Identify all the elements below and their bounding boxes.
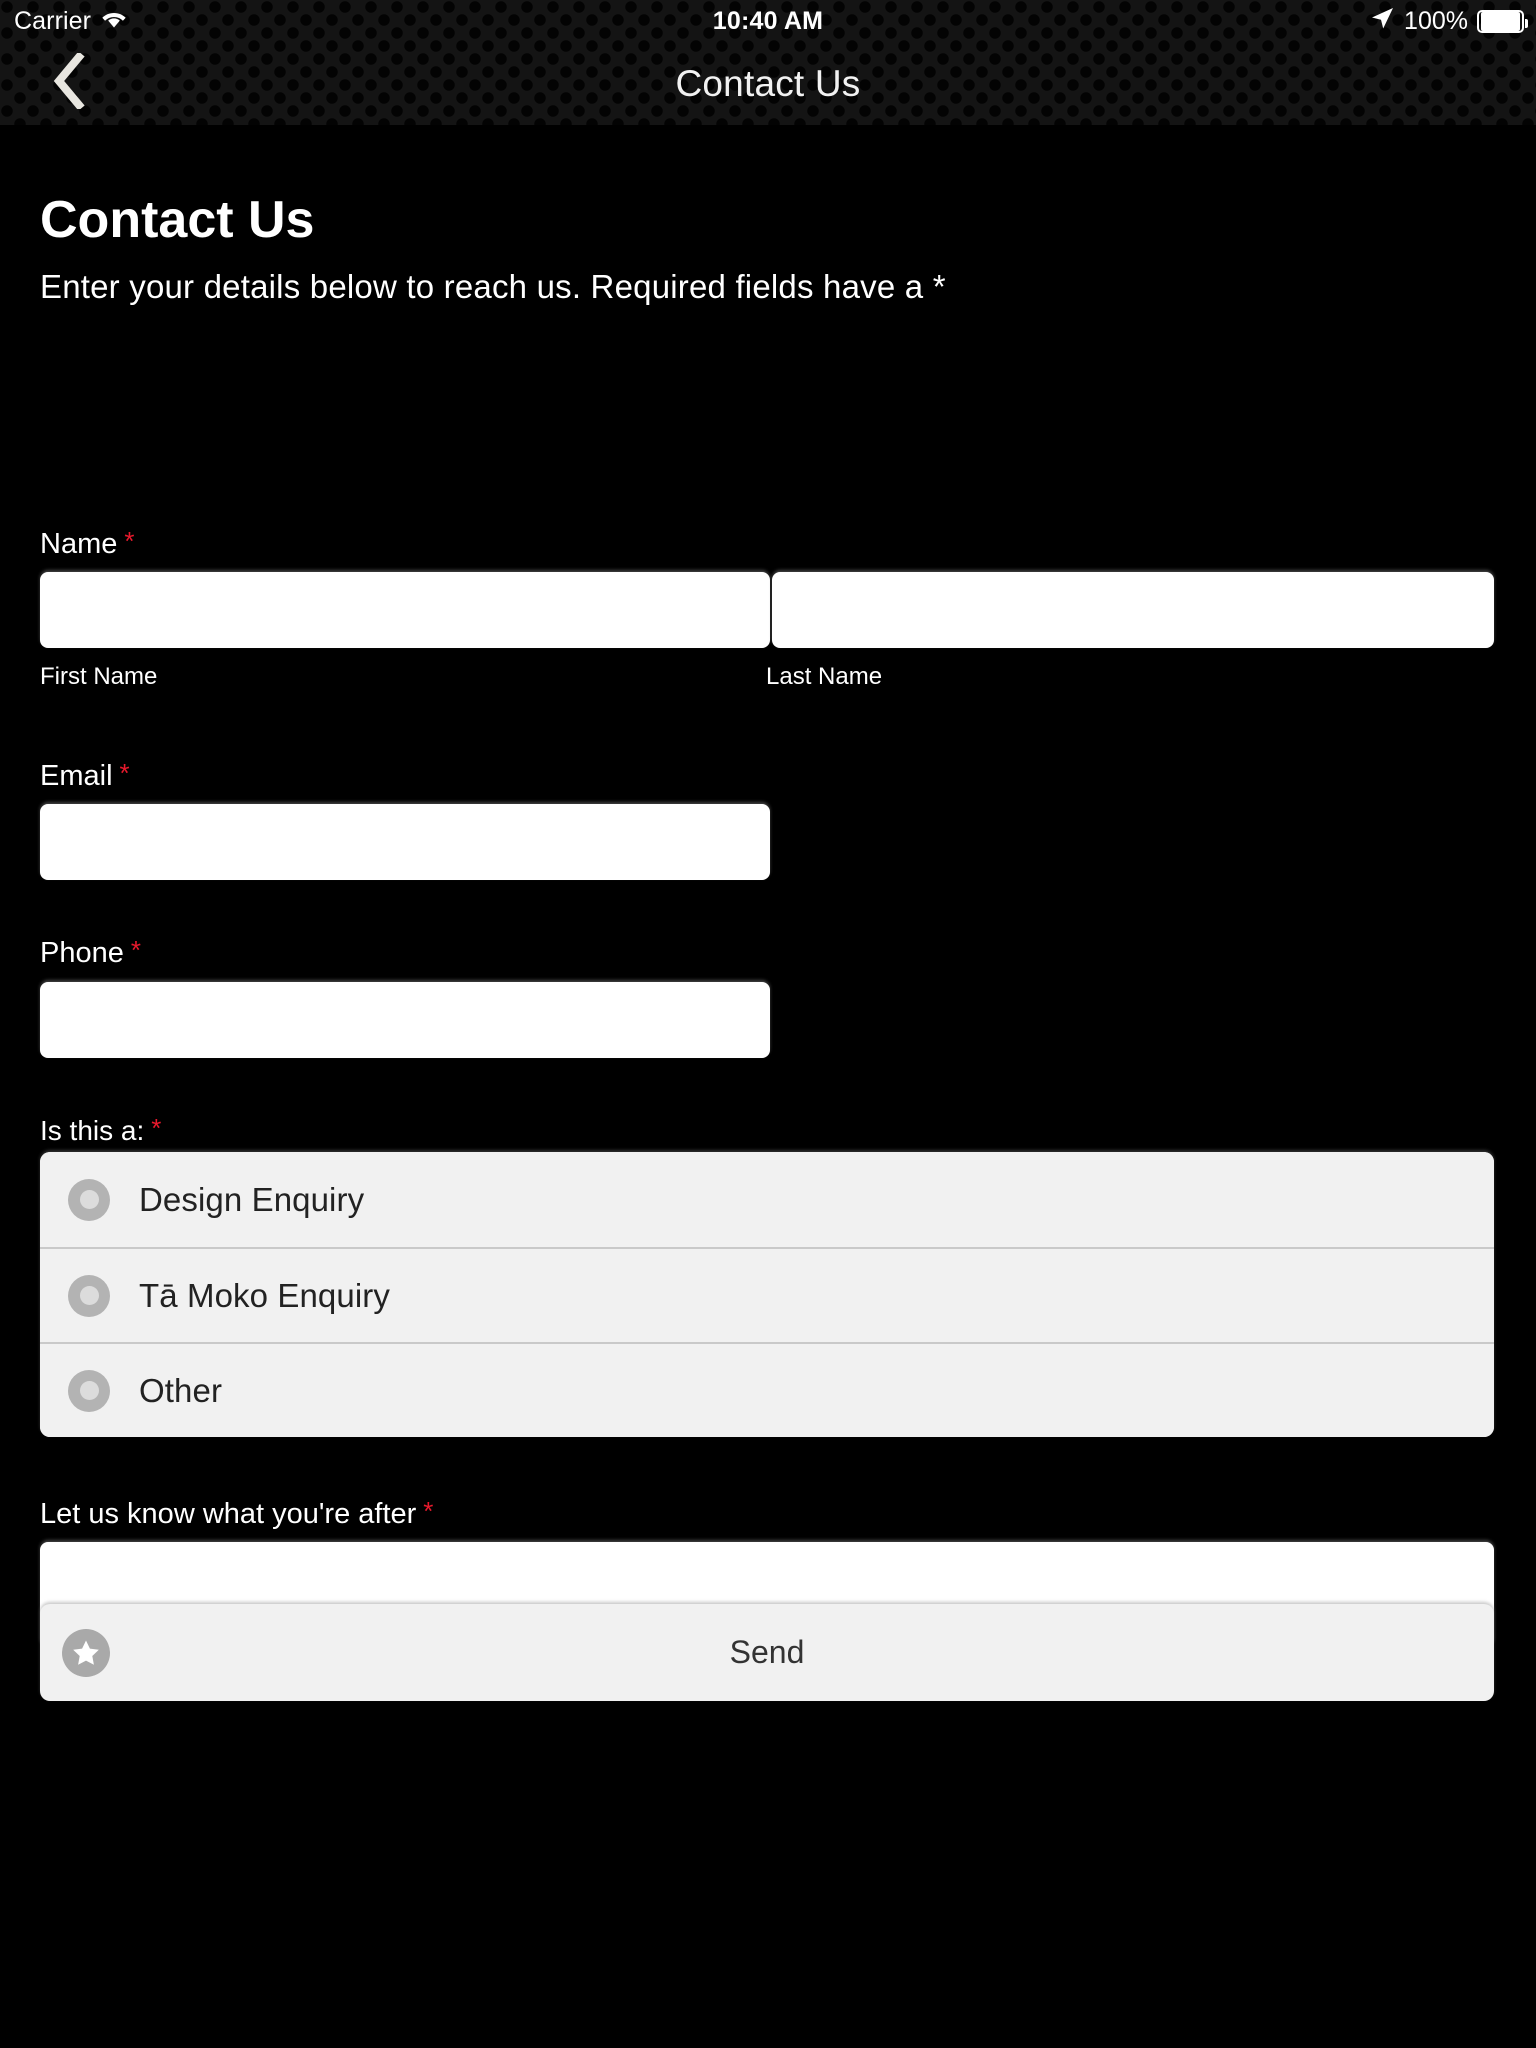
send-button-label: Send xyxy=(729,1634,805,1670)
battery-fill xyxy=(1481,11,1520,31)
radio-option-design-enquiry[interactable]: Design Enquiry xyxy=(40,1152,1494,1247)
last-name-sub-label: Last Name xyxy=(766,663,883,690)
first-name-input[interactable] xyxy=(40,572,770,648)
page-content: Contact Us Enter your details below to r… xyxy=(0,125,1536,2048)
radio-option-ta-moko-enquiry[interactable]: Tā Moko Enquiry xyxy=(40,1247,1494,1342)
radio-button-icon[interactable] xyxy=(68,1369,110,1412)
email-label-text: Email xyxy=(40,760,113,792)
send-button[interactable]: Send xyxy=(40,1604,1494,1701)
message-field-label: Let us know what you're after * xyxy=(40,1496,434,1531)
email-required-asterisk: * xyxy=(119,758,130,788)
radio-button-icon[interactable] xyxy=(68,1178,110,1221)
radio-option-label: Design Enquiry xyxy=(139,1180,365,1218)
enquiry-type-label: Is this a: * xyxy=(40,1113,162,1147)
enquiry-type-label-text: Is this a: xyxy=(40,1115,145,1146)
radio-inner-dot xyxy=(79,1381,99,1400)
phone-label-text: Phone xyxy=(40,937,124,969)
email-field-label: Email * xyxy=(40,758,130,793)
location-arrow-icon xyxy=(1370,6,1395,36)
status-bar: Carrier 10:40 AM 100% xyxy=(0,0,1536,42)
navigation-bar: Carrier 10:40 AM 100% Contact Us xyxy=(0,0,1536,125)
phone-input[interactable] xyxy=(40,982,770,1058)
app-screen: Carrier 10:40 AM 100% Contact Us Contact… xyxy=(0,0,1536,2048)
radio-inner-dot xyxy=(79,1286,99,1305)
email-input[interactable] xyxy=(40,804,770,880)
name-required-asterisk: * xyxy=(124,526,135,556)
radio-inner-dot xyxy=(79,1190,99,1209)
radio-option-other[interactable]: Other xyxy=(40,1342,1494,1437)
clock-label: 10:40 AM xyxy=(712,6,824,35)
phone-field-label: Phone * xyxy=(40,935,141,970)
nav-title-row: Contact Us xyxy=(0,42,1536,125)
radio-option-label: Other xyxy=(139,1371,223,1409)
radio-option-label: Tā Moko Enquiry xyxy=(139,1276,390,1314)
last-name-input[interactable] xyxy=(772,572,1494,648)
status-bar-right: 100% xyxy=(1370,0,1528,42)
first-name-sub-label: First Name xyxy=(40,663,158,690)
status-bar-center: 10:40 AM xyxy=(0,0,1536,42)
battery-percent-label: 100% xyxy=(1404,6,1468,35)
message-required-asterisk: * xyxy=(423,1496,434,1526)
page-title: Contact Us xyxy=(40,191,315,249)
enquiry-type-radio-group: Design Enquiry Tā Moko Enquiry Other xyxy=(40,1152,1494,1437)
nav-bar-title: Contact Us xyxy=(675,62,861,104)
page-subtitle: Enter your details below to reach us. Re… xyxy=(40,268,946,305)
message-label-text: Let us know what you're after xyxy=(40,1498,417,1530)
enquiry-type-required-asterisk: * xyxy=(151,1113,162,1143)
radio-button-icon[interactable] xyxy=(68,1274,110,1317)
battery-full-icon xyxy=(1477,9,1528,33)
name-field-label: Name * xyxy=(40,526,135,561)
name-label-text: Name xyxy=(40,528,118,560)
phone-required-asterisk: * xyxy=(130,935,141,965)
